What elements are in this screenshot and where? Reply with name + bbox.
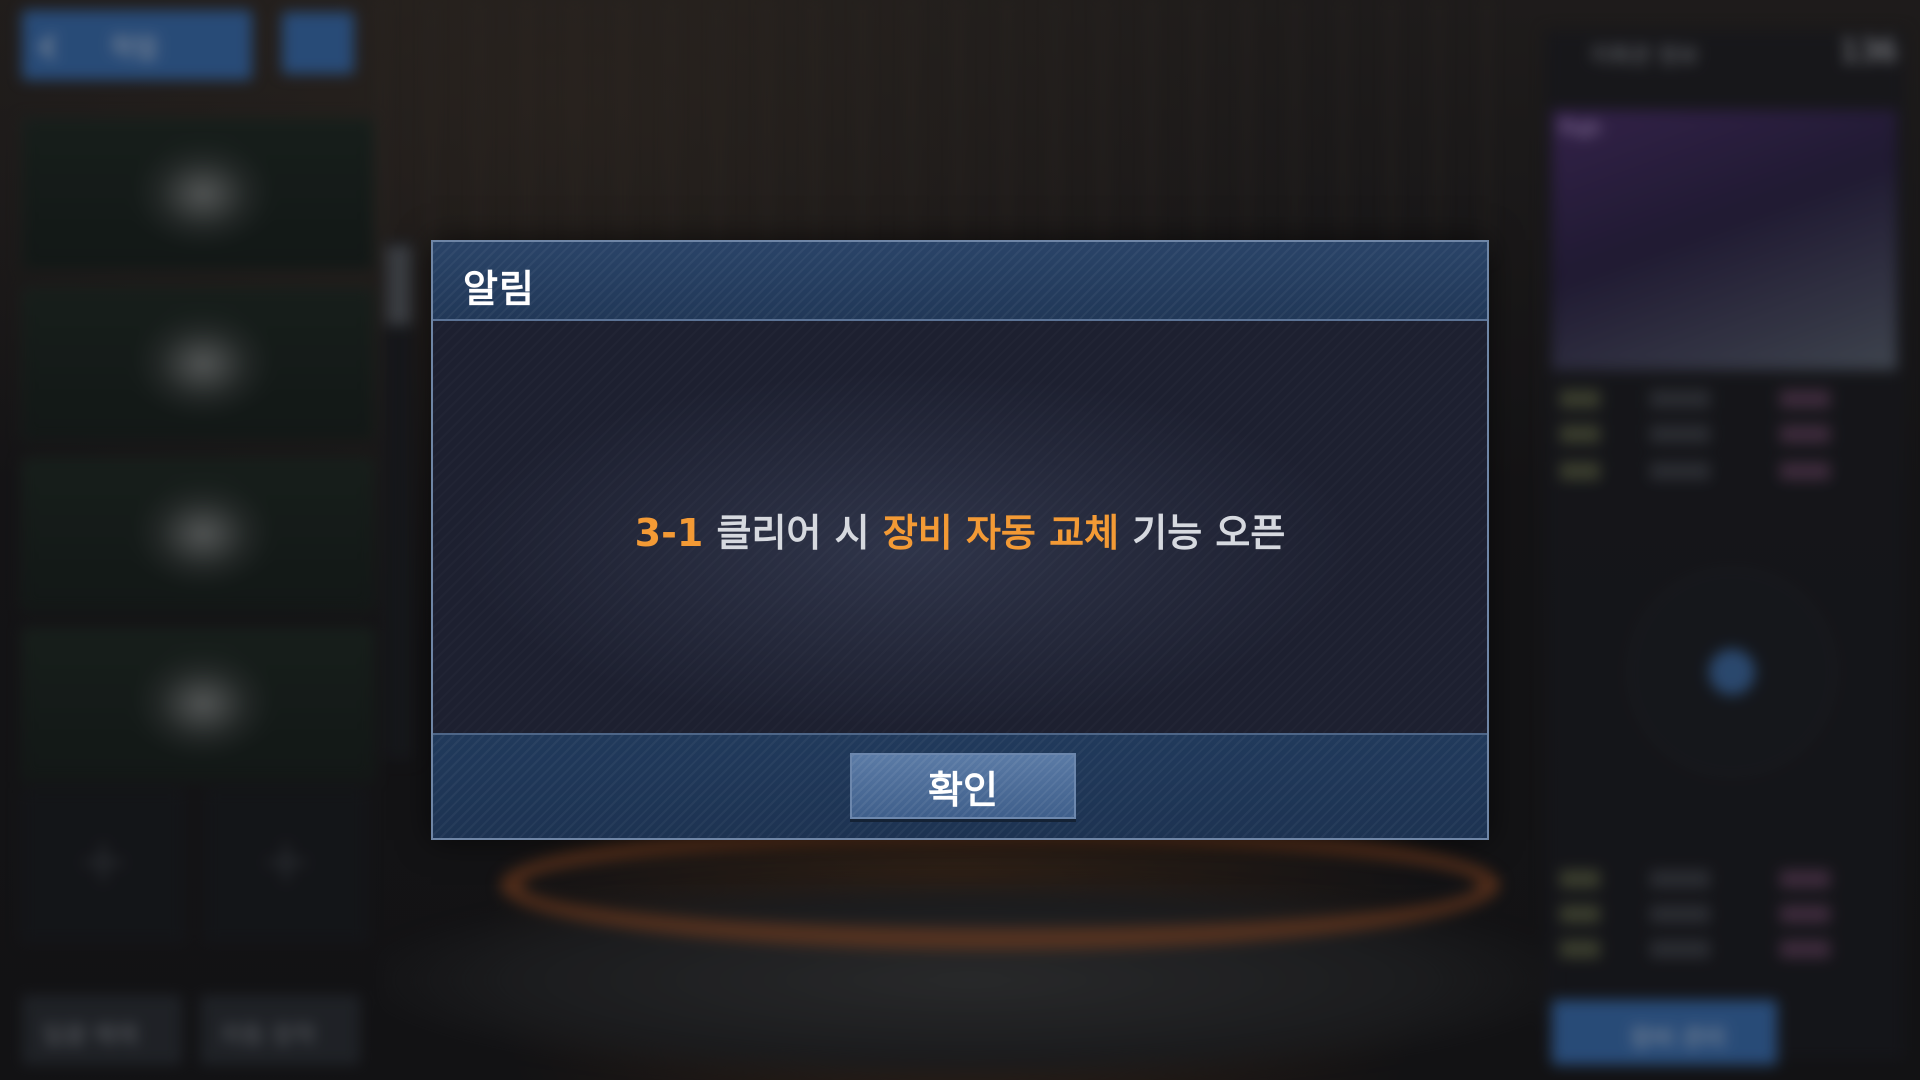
confirm-button-label: 확인 (928, 767, 998, 812)
confirm-button[interactable]: 확인 (850, 753, 1076, 819)
message-text: 기능 오픈 (1119, 510, 1286, 555)
message-stage-highlight: 3-1 (634, 510, 704, 555)
dialog-message: 3-1 클리어 시 장비 자동 교체 기능 오픈 (635, 502, 1286, 557)
dialog-header: 알림 (433, 242, 1487, 321)
message-feature-highlight: 장비 자동 교체 (882, 510, 1120, 555)
dialog-title: 알림 (463, 267, 535, 311)
message-text: 클리어 시 (703, 510, 883, 555)
dialog-footer: 확인 (433, 733, 1487, 838)
dialog-body: 3-1 클리어 시 장비 자동 교체 기능 오픈 (433, 321, 1487, 737)
notice-dialog: 알림 3-1 클리어 시 장비 자동 교체 기능 오픈 확인 (431, 240, 1489, 840)
game-screen: ‹ 작업 + + 일괄 해제 자동 장착 지휘관 정보 136 Fiqh 장비 (0, 0, 1920, 1080)
